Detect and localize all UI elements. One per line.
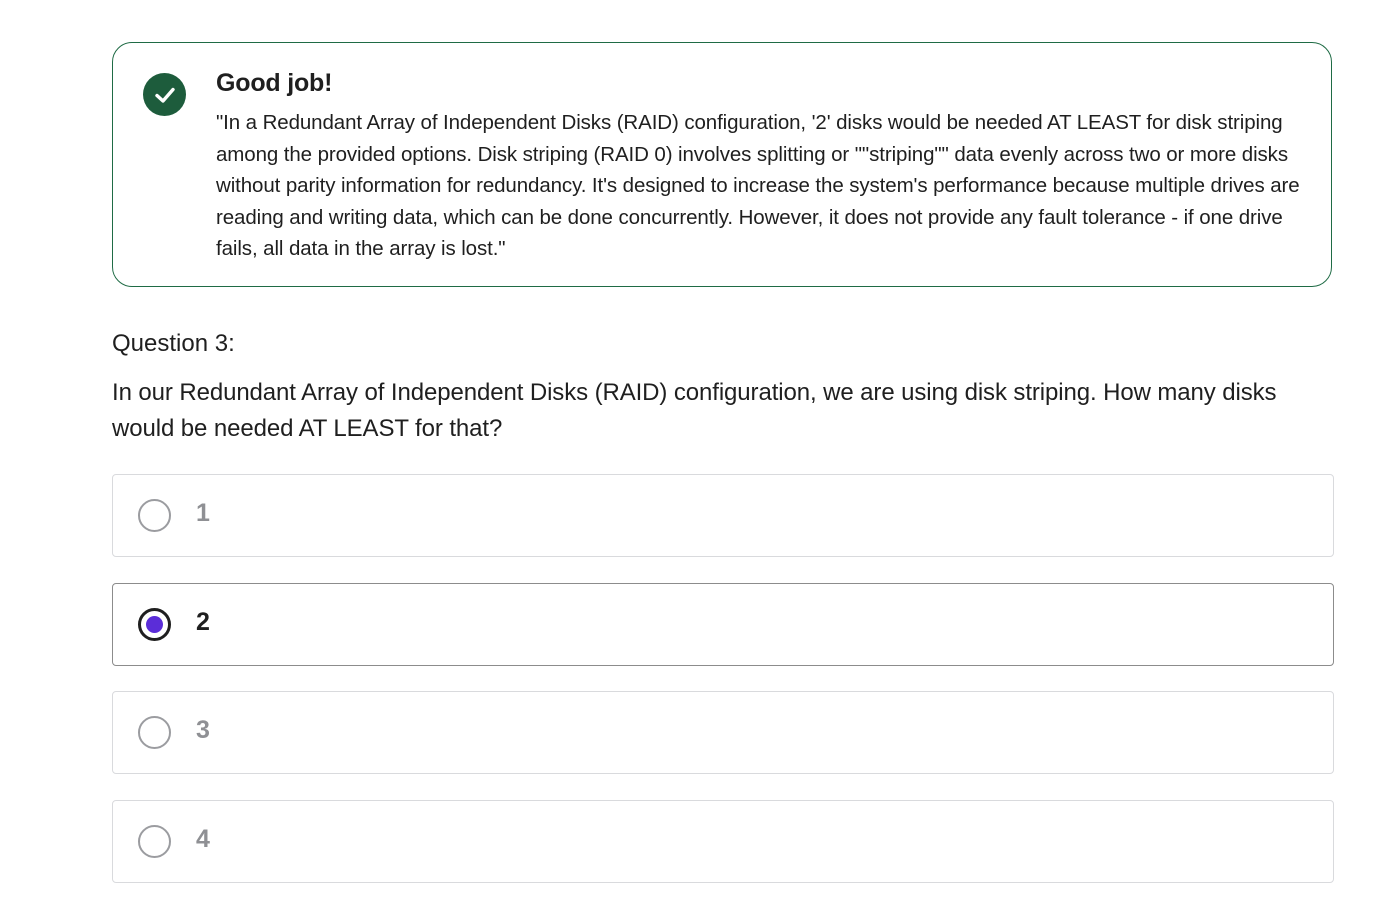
quiz-page: Good job! "In a Redundant Array of Indep… <box>0 0 1400 921</box>
answer-label: 1 <box>196 499 210 527</box>
question-number: Question 3: <box>112 330 235 357</box>
answer-option-1[interactable]: 1 <box>112 474 1334 557</box>
answer-label: 4 <box>196 825 210 853</box>
question-text: In our Redundant Array of Independent Di… <box>112 379 1277 442</box>
check-circle-icon <box>143 73 186 116</box>
answer-option-3[interactable]: 3 <box>112 691 1334 774</box>
feedback-explanation: "In a Redundant Array of Independent Dis… <box>216 111 1300 261</box>
radio-button-selected[interactable] <box>138 608 171 641</box>
answer-label: 3 <box>196 716 210 744</box>
answer-label: 2 <box>196 608 210 636</box>
radio-button[interactable] <box>138 716 171 749</box>
feedback-card: Good job! "In a Redundant Array of Indep… <box>112 42 1332 287</box>
radio-button[interactable] <box>138 499 171 532</box>
feedback-title: Good job! <box>216 69 333 97</box>
answer-option-4[interactable]: 4 <box>112 800 1334 883</box>
radio-selected-dot <box>146 616 163 633</box>
answer-option-2[interactable]: 2 <box>112 583 1334 666</box>
radio-button[interactable] <box>138 825 171 858</box>
